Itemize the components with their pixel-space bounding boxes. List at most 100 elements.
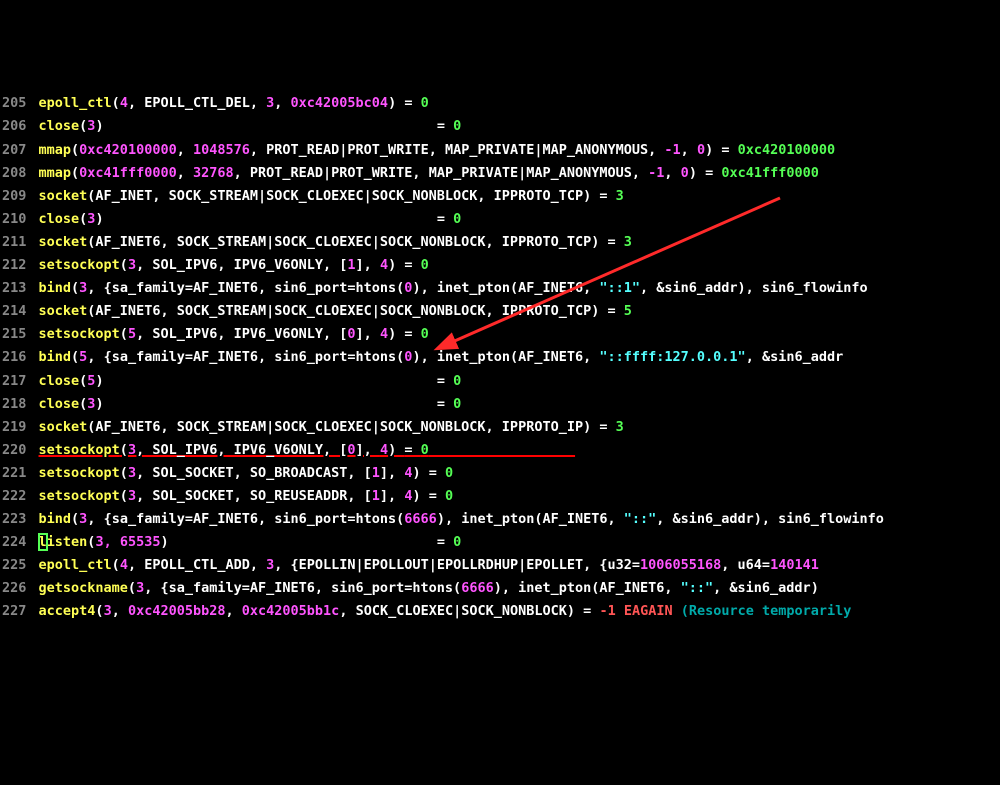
token: ( bbox=[71, 165, 79, 181]
token: socket bbox=[39, 419, 88, 435]
token: , {sa_family=AF_INET6, sin6_port=htons( bbox=[144, 580, 461, 596]
token: setsockopt bbox=[39, 465, 120, 481]
token: -1 EAGAIN bbox=[599, 603, 680, 619]
token: 3 bbox=[128, 442, 136, 458]
line-number: 220 bbox=[2, 442, 39, 458]
token: -1 bbox=[664, 142, 680, 158]
token: socket bbox=[39, 188, 88, 204]
token: 0xc41fff0000 bbox=[721, 165, 819, 181]
token: "::" bbox=[624, 511, 657, 527]
token: 0xc420100000 bbox=[79, 142, 177, 158]
token: 1 bbox=[372, 488, 380, 504]
token: , &sin6_addr), sin6_flowinfo bbox=[656, 511, 884, 527]
token: ], bbox=[356, 442, 380, 458]
trace-line: 224 listen(3, 65535) = 0 bbox=[0, 531, 1000, 554]
token: ( bbox=[95, 603, 103, 619]
token: 6666 bbox=[461, 580, 494, 596]
token: ) bbox=[388, 95, 404, 111]
token: 3 bbox=[128, 488, 136, 504]
token: 0 bbox=[421, 442, 429, 458]
token: = bbox=[705, 165, 721, 181]
token: socket bbox=[39, 303, 88, 319]
token: ), inet_pton(AF_INET6, bbox=[412, 349, 599, 365]
token: 4 bbox=[380, 326, 388, 342]
token: , {sa_family=AF_INET6, sin6_port=htons( bbox=[87, 349, 404, 365]
token: , PROT_READ|PROT_WRITE, MAP_PRIVATE|MAP_… bbox=[234, 165, 649, 181]
token: close bbox=[39, 373, 80, 389]
token: "::" bbox=[681, 580, 714, 596]
token: "::1" bbox=[599, 280, 640, 296]
token: , bbox=[226, 603, 242, 619]
token: , {sa_family=AF_INET6, sin6_port=htons( bbox=[87, 511, 404, 527]
token: 1048576 bbox=[193, 142, 250, 158]
token: 0 bbox=[697, 142, 705, 158]
token: ( bbox=[120, 488, 128, 504]
token: = bbox=[437, 534, 453, 550]
token: mmap bbox=[39, 142, 72, 158]
token: 0 bbox=[445, 488, 453, 504]
token: 3, 65535 bbox=[95, 534, 160, 550]
line-number: 205 bbox=[2, 95, 39, 111]
line-number: 221 bbox=[2, 465, 39, 481]
trace-line: 205 epoll_ctl(4, EPOLL_CTL_DEL, 3, 0xc42… bbox=[0, 92, 1000, 115]
token: 0xc41fff0000 bbox=[79, 165, 177, 181]
token: = bbox=[429, 488, 445, 504]
token: , SOCK_CLOEXEC|SOCK_NONBLOCK) bbox=[339, 603, 583, 619]
line-number: 212 bbox=[2, 257, 39, 273]
token: ( bbox=[112, 95, 120, 111]
trace-line: 220 setsockopt(3, SOL_IPV6, IPV6_V6ONLY,… bbox=[0, 439, 1000, 462]
token: 3 bbox=[266, 557, 274, 573]
token: isten bbox=[47, 534, 88, 550]
token: (AF_INET6, SOCK_STREAM|SOCK_CLOEXEC|SOCK… bbox=[87, 234, 607, 250]
token: = bbox=[437, 396, 453, 412]
token: ( bbox=[120, 326, 128, 342]
token: 3 bbox=[128, 257, 136, 273]
token: , bbox=[177, 142, 193, 158]
token: , bbox=[664, 165, 680, 181]
line-number: 216 bbox=[2, 349, 39, 365]
token: 4 bbox=[120, 95, 128, 111]
token: = bbox=[437, 118, 453, 134]
token: 5 bbox=[128, 326, 136, 342]
token: ) bbox=[412, 465, 428, 481]
token: 0xc42005bb1c bbox=[242, 603, 340, 619]
trace-line: 212 setsockopt(3, SOL_IPV6, IPV6_V6ONLY,… bbox=[0, 254, 1000, 277]
token: setsockopt bbox=[39, 257, 120, 273]
token: 3 bbox=[624, 234, 632, 250]
token: ( bbox=[120, 442, 128, 458]
token: 0 bbox=[347, 326, 355, 342]
trace-line: 208 mmap(0xc41fff0000, 32768, PROT_READ|… bbox=[0, 162, 1000, 185]
line-number: 217 bbox=[2, 373, 39, 389]
token: ], bbox=[380, 465, 404, 481]
token: 0xc42005bb28 bbox=[128, 603, 226, 619]
token: ( bbox=[71, 142, 79, 158]
token: = bbox=[607, 234, 623, 250]
token: 32768 bbox=[193, 165, 234, 181]
trace-line: 211 socket(AF_INET6, SOCK_STREAM|SOCK_CL… bbox=[0, 231, 1000, 254]
token: bind bbox=[39, 280, 72, 296]
trace-line: 219 socket(AF_INET6, SOCK_STREAM|SOCK_CL… bbox=[0, 416, 1000, 439]
token bbox=[429, 442, 575, 458]
token: , &sin6_addr), sin6_flowinfo bbox=[640, 280, 868, 296]
token: ) bbox=[160, 534, 436, 550]
token: , bbox=[177, 165, 193, 181]
token: = bbox=[437, 211, 453, 227]
token: = bbox=[599, 419, 615, 435]
token: 0xc420100000 bbox=[738, 142, 836, 158]
line-number: 210 bbox=[2, 211, 39, 227]
token: 0 bbox=[453, 211, 461, 227]
token: 0 bbox=[453, 118, 461, 134]
line-number: 213 bbox=[2, 280, 39, 296]
token: ) bbox=[95, 373, 436, 389]
token: ) bbox=[388, 257, 404, 273]
token: 0 bbox=[347, 442, 355, 458]
trace-line: 225 epoll_ctl(4, EPOLL_CTL_ADD, 3, {EPOL… bbox=[0, 554, 1000, 577]
trace-line: 207 mmap(0xc420100000, 1048576, PROT_REA… bbox=[0, 139, 1000, 162]
token: ) bbox=[95, 118, 436, 134]
token: setsockopt bbox=[39, 442, 120, 458]
trace-line: 221 setsockopt(3, SOL_SOCKET, SO_BROADCA… bbox=[0, 462, 1000, 485]
token: ( bbox=[87, 534, 95, 550]
token: , bbox=[681, 142, 697, 158]
token: ( bbox=[128, 580, 136, 596]
trace-line: 215 setsockopt(5, SOL_IPV6, IPV6_V6ONLY,… bbox=[0, 323, 1000, 346]
